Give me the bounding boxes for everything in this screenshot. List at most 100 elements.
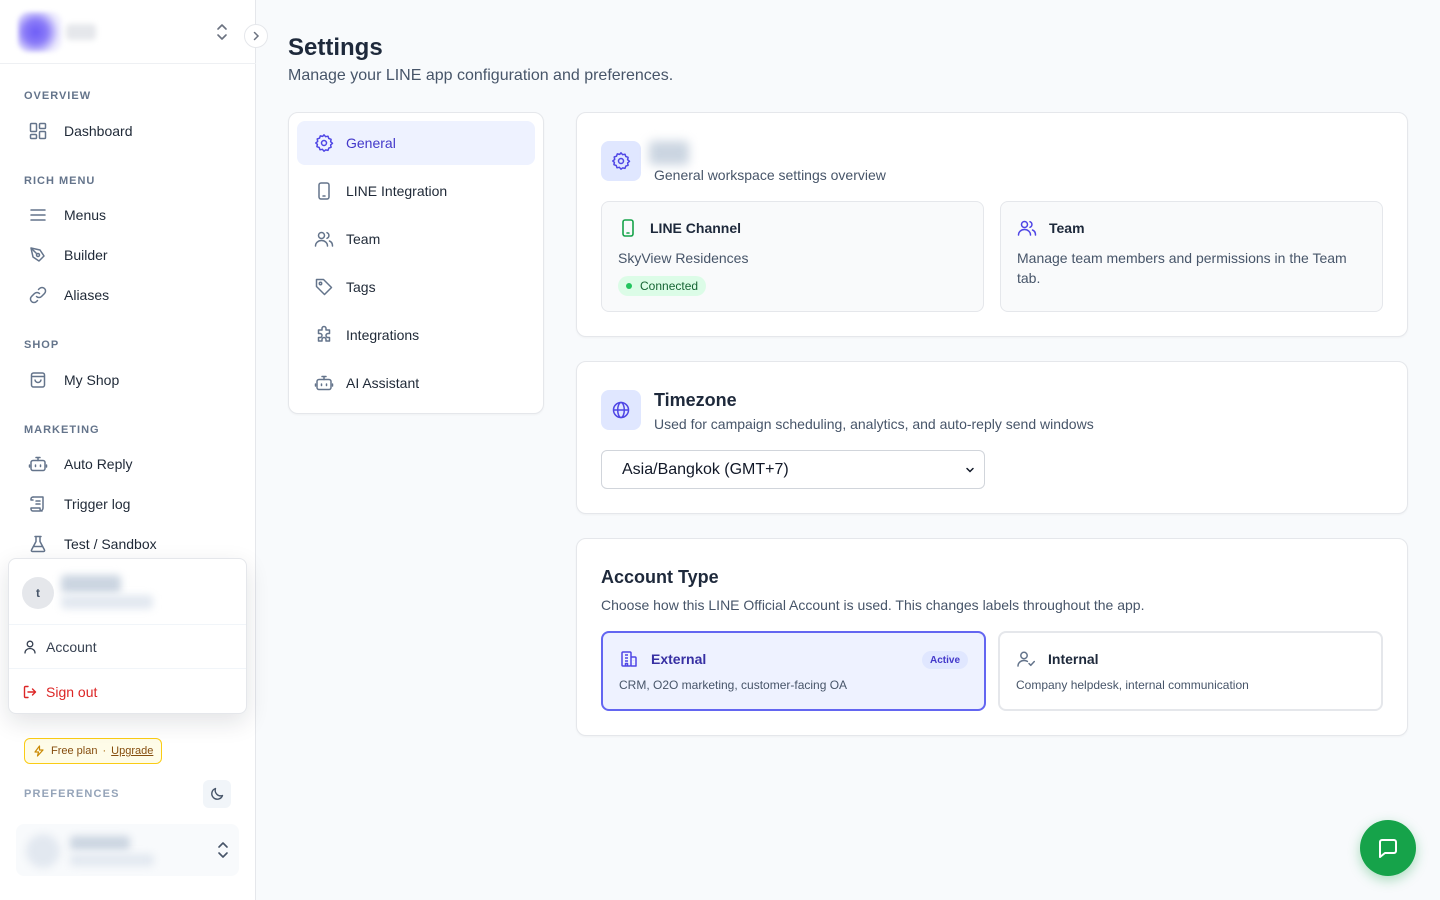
- puzzle-icon: [314, 325, 334, 345]
- status-text: Connected: [640, 279, 699, 293]
- timezone-description: Used for campaign scheduling, analytics,…: [654, 416, 1094, 432]
- plan-separator: ·: [102, 745, 107, 757]
- avatar: t: [22, 577, 54, 609]
- tab-integrations[interactable]: Integrations: [297, 313, 535, 357]
- sidebar-item-trigger-log[interactable]: Trigger log: [24, 488, 240, 520]
- bot-icon: [314, 373, 334, 393]
- tab-team[interactable]: Team: [297, 217, 535, 261]
- tab-line-integration[interactable]: LINE Integration: [297, 169, 535, 213]
- card-description: General workspace settings overview: [654, 167, 886, 183]
- workspace-logo: [18, 12, 62, 52]
- users-icon: [1017, 218, 1037, 238]
- account-type-title: Account Type: [601, 567, 719, 587]
- section-rich-menu: RICH MENU: [24, 175, 96, 187]
- bot-icon: [28, 454, 48, 474]
- chevrons-up-down-icon: [218, 842, 228, 858]
- user-email-redacted: [61, 595, 153, 609]
- internal-description: Company helpdesk, internal communication: [1016, 678, 1249, 692]
- user-name-redacted: [61, 575, 121, 593]
- pen-tool-icon: [28, 245, 48, 265]
- sidebar-item-label: Auto Reply: [64, 456, 133, 472]
- upgrade-link[interactable]: Upgrade: [111, 745, 153, 757]
- account-type-internal-option[interactable]: Internal Company helpdesk, internal comm…: [998, 631, 1383, 711]
- tab-general[interactable]: General: [297, 121, 535, 165]
- divider: [9, 668, 246, 669]
- menu-lines-icon: [28, 205, 48, 225]
- globe-icon: [601, 390, 641, 430]
- sidebar-item-dashboard[interactable]: Dashboard: [24, 115, 240, 147]
- sidebar-item-my-shop[interactable]: My Shop: [24, 364, 240, 396]
- section-overview: OVERVIEW: [24, 90, 92, 102]
- account-type-external-option[interactable]: External Active CRM, O2O marketing, cust…: [601, 631, 986, 711]
- sidebar-item-label: My Shop: [64, 372, 120, 388]
- sidebar-item-menus[interactable]: Menus: [24, 199, 240, 231]
- sidebar-item-auto-reply[interactable]: Auto Reply: [24, 448, 240, 480]
- status-badge: Connected: [618, 276, 707, 296]
- workspace-switcher[interactable]: [0, 0, 256, 64]
- timezone-selected-value: Asia/Bangkok (GMT+7): [622, 460, 789, 478]
- chat-support-button[interactable]: [1360, 820, 1416, 876]
- timezone-title: Timezone: [654, 390, 737, 410]
- tab-label: LINE Integration: [346, 183, 448, 199]
- page-title: Settings: [288, 34, 383, 61]
- user-name-redacted: [70, 836, 130, 850]
- tab-label: Integrations: [346, 327, 420, 343]
- tab-ai-assistant[interactable]: AI Assistant: [297, 361, 535, 405]
- external-description: CRM, O2O marketing, customer-facing OA: [619, 678, 848, 692]
- tab-tags[interactable]: Tags: [297, 265, 535, 309]
- link-icon: [28, 285, 48, 305]
- tab-label: AI Assistant: [346, 375, 420, 391]
- external-title: External: [651, 651, 707, 667]
- sign-out-button[interactable]: Sign out: [22, 680, 97, 704]
- team-summary: Team Manage team members and permissions…: [1000, 201, 1383, 312]
- sidebar-item-label: Menus: [64, 207, 107, 223]
- gear-icon: [314, 133, 334, 153]
- active-badge: Active: [921, 651, 968, 669]
- sidebar-item-label: Test / Sandbox: [64, 536, 157, 552]
- section-shop: SHOP: [24, 339, 60, 351]
- smartphone-icon: [618, 218, 638, 238]
- sidebar-item-aliases[interactable]: Aliases: [24, 279, 240, 311]
- preferences-label: PREFERENCES: [24, 788, 120, 800]
- zap-icon: [33, 745, 45, 757]
- external-header: External: [619, 649, 706, 669]
- smartphone-icon: [314, 181, 334, 201]
- team-title: Team: [1049, 220, 1085, 236]
- dashboard-icon: [28, 121, 48, 141]
- sign-out-label: Sign out: [46, 684, 98, 700]
- log-out-icon: [22, 684, 38, 700]
- user-menu-trigger[interactable]: [16, 824, 239, 876]
- shopping-bag-icon: [28, 370, 48, 390]
- avatar: [26, 834, 60, 868]
- timezone-select[interactable]: Asia/Bangkok (GMT+7): [601, 450, 985, 489]
- tab-label: Tags: [346, 279, 376, 295]
- plan-label: Free plan: [51, 745, 98, 757]
- internal-header: Internal: [1016, 649, 1099, 669]
- user-email-redacted: [70, 854, 154, 866]
- plan-badge: Free plan · Upgrade: [24, 738, 163, 764]
- sidebar-collapse-button[interactable]: [244, 24, 268, 48]
- building-icon: [619, 649, 639, 669]
- chevrons-up-down-icon: [217, 24, 227, 40]
- gear-icon: [601, 141, 641, 181]
- tab-label: Team: [346, 231, 381, 247]
- users-icon: [314, 229, 334, 249]
- sidebar-item-builder[interactable]: Builder: [24, 239, 240, 271]
- line-channel-name: SkyView Residences: [618, 250, 749, 266]
- internal-title: Internal: [1048, 651, 1099, 667]
- account-type-card: Account Type Choose how this LINE Offici…: [576, 538, 1408, 736]
- sidebar-item-label: Builder: [64, 247, 108, 263]
- sidebar-item-label: Dashboard: [64, 123, 133, 139]
- line-channel-header: LINE Channel: [618, 218, 741, 238]
- account-menu-item[interactable]: Account: [22, 635, 97, 659]
- sidebar-item-test-sandbox[interactable]: Test / Sandbox: [24, 528, 240, 560]
- section-marketing: MARKETING: [24, 424, 100, 436]
- timezone-card: Timezone Used for campaign scheduling, a…: [576, 361, 1408, 514]
- sidebar-item-label: Trigger log: [64, 496, 131, 512]
- theme-toggle-button[interactable]: [203, 780, 231, 808]
- account-type-description: Choose how this LINE Official Account is…: [601, 597, 1145, 613]
- tag-icon: [314, 277, 334, 297]
- sidebar: OVERVIEW Dashboard RICH MENU Menus Build…: [0, 0, 256, 900]
- line-channel-summary: LINE Channel SkyView Residences Connecte…: [601, 201, 984, 312]
- line-channel-title: LINE Channel: [650, 220, 742, 236]
